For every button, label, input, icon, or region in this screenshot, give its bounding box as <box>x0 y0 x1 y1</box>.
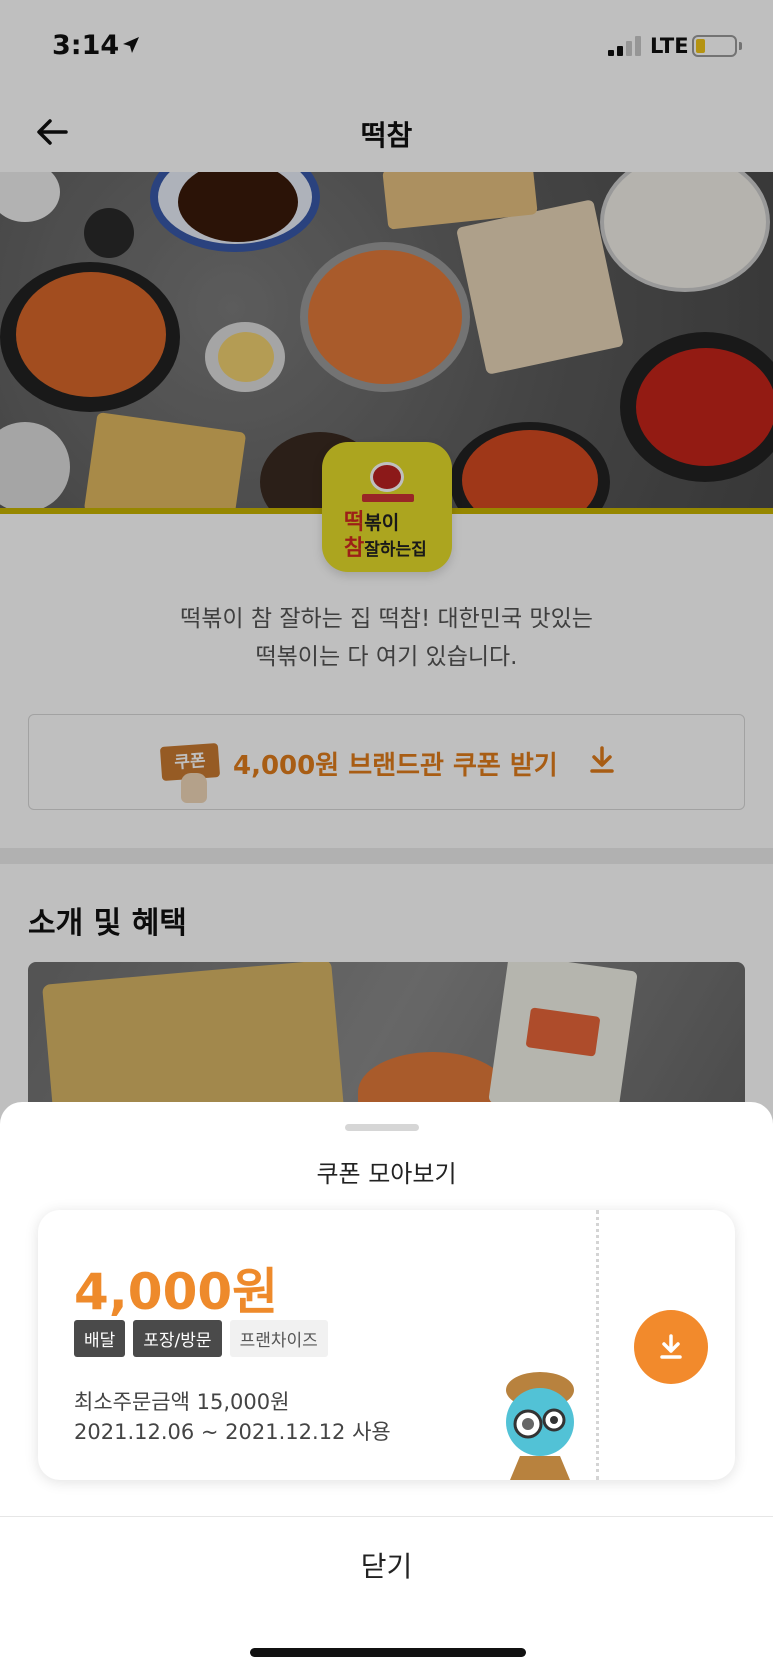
sheet-grabber[interactable] <box>345 1124 419 1131</box>
chip-pickup: 포장/방문 <box>133 1320 222 1357</box>
coupon-min-order: 최소주문금액 15,000원 <box>74 1390 290 1414</box>
close-button[interactable]: 닫기 <box>0 1517 773 1617</box>
coupon-bottom-sheet: 쿠폰 모아보기 4,000원 배달 포장/방문 프랜차이즈 최소주문금액 15,… <box>0 1102 773 1673</box>
home-indicator[interactable] <box>250 1648 526 1657</box>
coupon-perforation <box>596 1210 599 1480</box>
coupon-download-button[interactable] <box>634 1310 708 1384</box>
detective-mascot-icon <box>506 1372 574 1480</box>
coupon-card: 4,000원 배달 포장/방문 프랜차이즈 최소주문금액 15,000원 202… <box>38 1210 735 1480</box>
download-icon <box>660 1334 682 1359</box>
chip-delivery: 배달 <box>74 1320 126 1357</box>
coupon-period: 2021.12.06 ~ 2021.12.12 사용 <box>74 1420 391 1444</box>
chip-franchise: 프랜차이즈 <box>229 1320 328 1357</box>
sheet-title: 쿠폰 모아보기 <box>316 1160 457 1188</box>
coupon-chips: 배달 포장/방문 프랜차이즈 <box>74 1320 328 1357</box>
coupon-amount: 4,000원 <box>74 1263 279 1321</box>
